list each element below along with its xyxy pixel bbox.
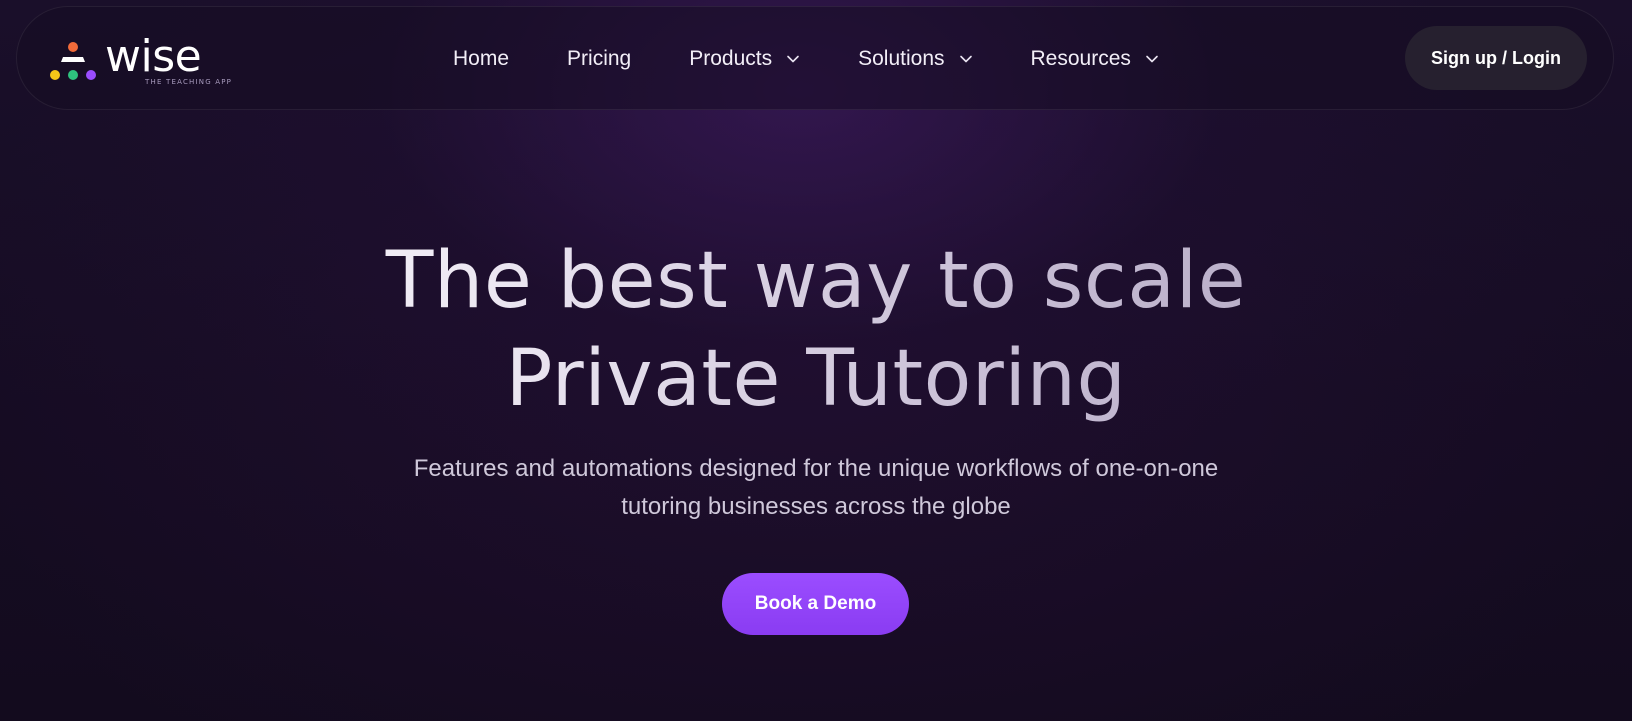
nav-item-pricing[interactable]: Pricing (567, 47, 631, 71)
nav-item-products[interactable]: Products (689, 47, 800, 71)
wise-logo[interactable]: wise THE TEACHING APP (49, 31, 239, 89)
nav-item-label: Pricing (567, 47, 632, 70)
navbar: wise THE TEACHING APP Home Pricing Produ… (16, 6, 1614, 110)
nav-item-label: Home (453, 47, 510, 70)
logo-tagline: THE TEACHING APP (145, 78, 233, 86)
signup-login-button[interactable]: Sign up / Login (1405, 26, 1587, 90)
chevron-down-icon (1146, 55, 1158, 63)
nav-item-label: Solutions (858, 47, 945, 70)
logo-wordmark: wise (105, 31, 202, 82)
nav-item-resources[interactable]: Resources (1031, 47, 1159, 71)
nav-item-label: Resources (1030, 47, 1131, 70)
nav-item-label: Products (689, 47, 773, 70)
page: wise THE TEACHING APP Home Pricing Produ… (0, 0, 1632, 721)
hero-subtitle: Features and automations designed for th… (413, 455, 1219, 520)
hero-title: The best way to scale Private Tutoring (0, 232, 1632, 428)
book-demo-button[interactable]: Book a Demo (722, 573, 909, 635)
nav-item-solutions[interactable]: Solutions (858, 47, 972, 71)
logo-mark-icon (50, 42, 96, 80)
hero-title-line-1: The best way to scale (385, 236, 1247, 326)
chevron-down-icon (959, 55, 972, 63)
main-nav: Home Pricing Products Solutions Resource… (453, 7, 1159, 111)
hero-title-line-2: Private Tutoring (505, 334, 1127, 424)
chevron-down-icon (787, 55, 799, 63)
nav-item-home[interactable]: Home (453, 47, 509, 71)
